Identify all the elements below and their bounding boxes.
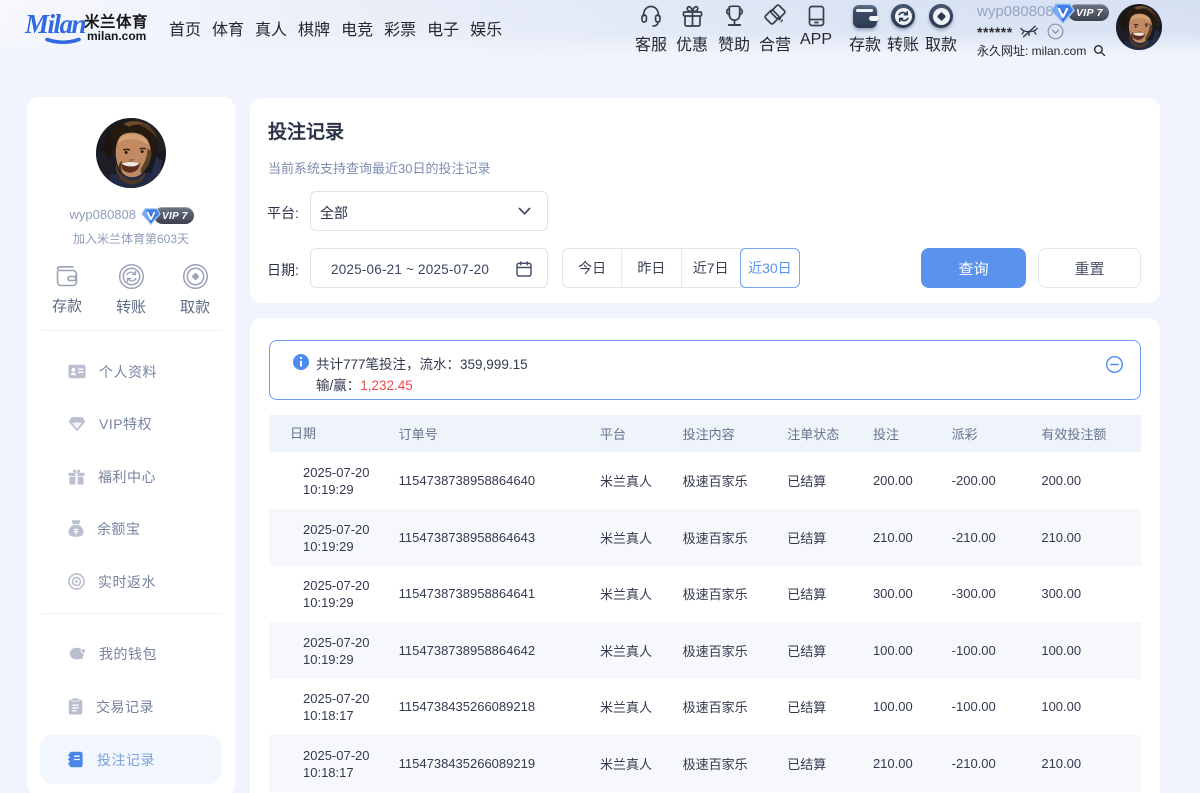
svg-text:Milan: Milan <box>24 9 86 39</box>
